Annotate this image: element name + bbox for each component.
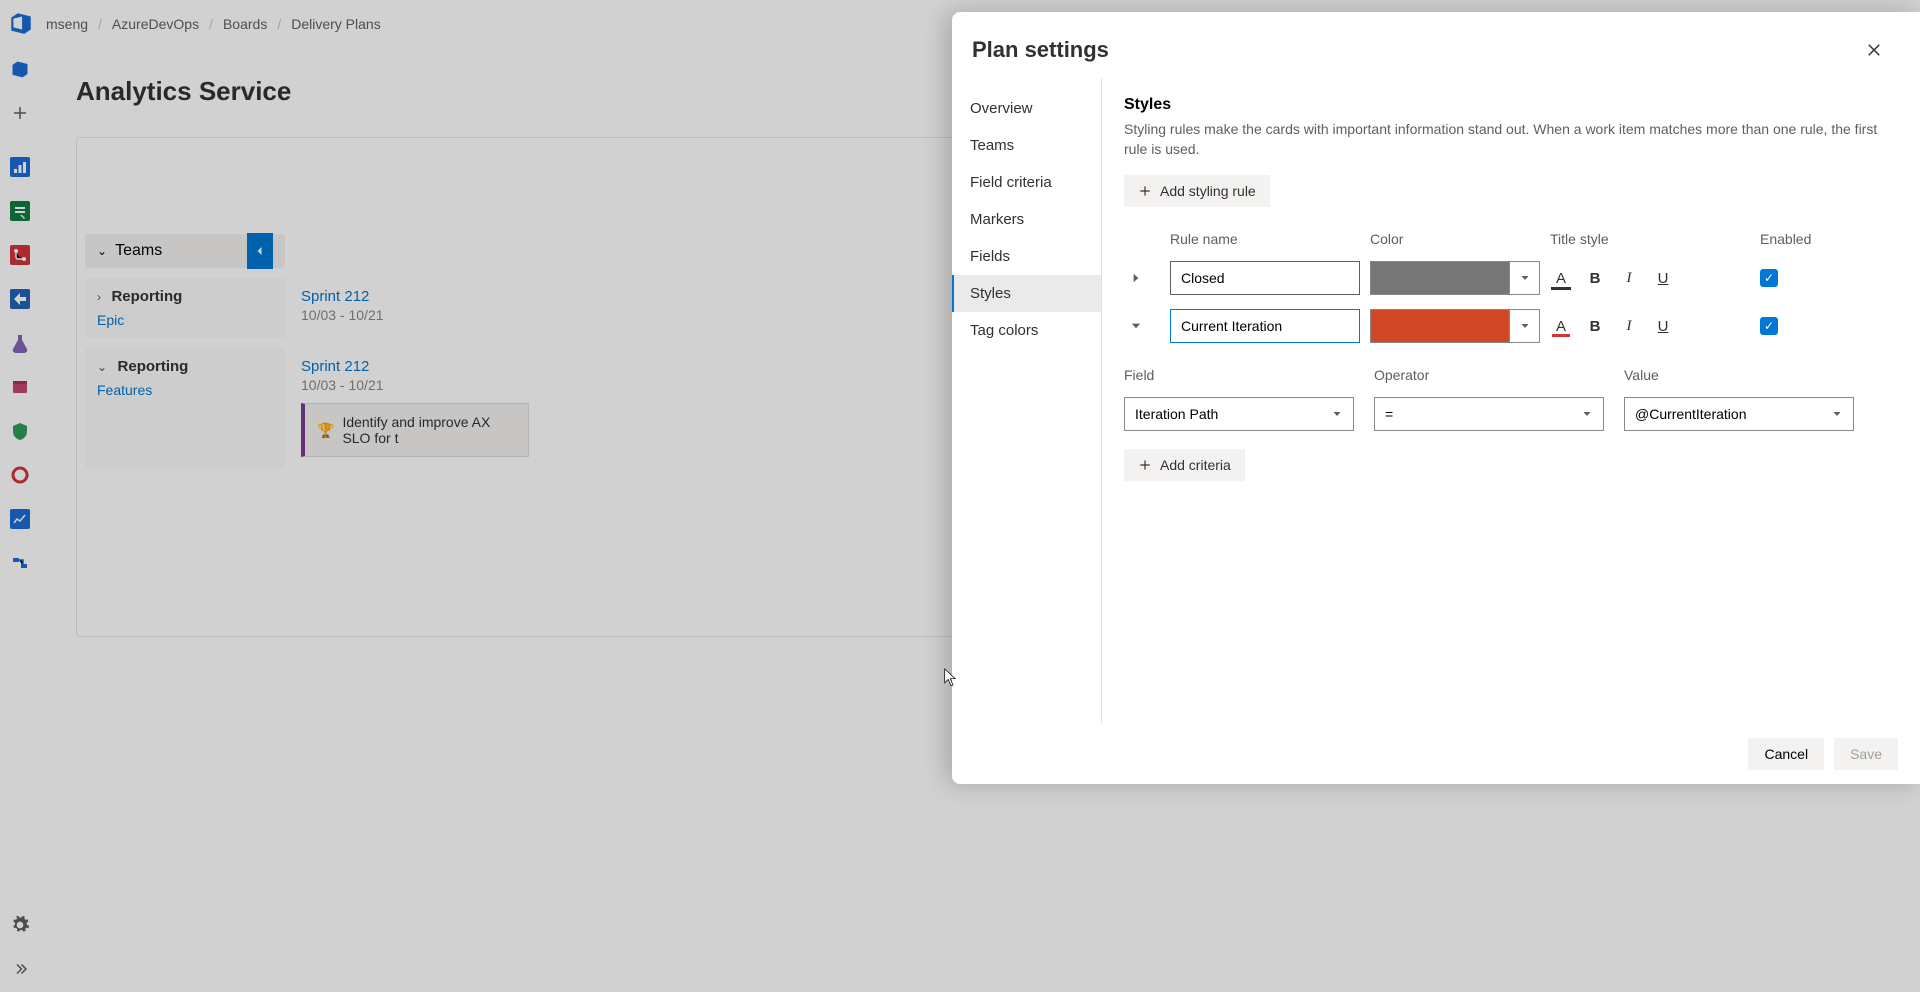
chevron-down-icon <box>1129 319 1143 333</box>
chevron-down-icon <box>1509 310 1539 342</box>
col-value: Value <box>1624 367 1854 383</box>
operator-value: = <box>1385 406 1393 422</box>
settings-nav: Overview Teams Field criteria Markers Fi… <box>952 78 1102 724</box>
chevron-down-icon <box>1331 408 1343 420</box>
panel-footer: Cancel Save <box>952 724 1920 784</box>
field-value: Iteration Path <box>1135 406 1218 422</box>
operator-select[interactable]: = <box>1374 397 1604 431</box>
save-button[interactable]: Save <box>1834 738 1898 770</box>
col-color: Color <box>1370 231 1540 247</box>
font-color-button[interactable]: A <box>1550 267 1572 289</box>
field-select[interactable]: Iteration Path <box>1124 397 1354 431</box>
cancel-button[interactable]: Cancel <box>1748 738 1824 770</box>
underline-button[interactable]: U <box>1652 267 1674 289</box>
plan-settings-panel: Plan settings Overview Teams Field crite… <box>952 12 1920 784</box>
add-rule-label: Add styling rule <box>1160 183 1256 199</box>
chevron-down-icon <box>1831 408 1843 420</box>
bold-button[interactable]: B <box>1584 315 1606 337</box>
italic-button[interactable]: I <box>1618 267 1640 289</box>
col-field: Field <box>1124 367 1354 383</box>
col-rule-name: Rule name <box>1170 231 1360 247</box>
nav-overview[interactable]: Overview <box>952 90 1101 127</box>
rule-color-picker[interactable] <box>1370 309 1540 343</box>
enabled-checkbox[interactable]: ✓ <box>1760 317 1778 335</box>
rule-name-input[interactable] <box>1170 309 1360 343</box>
expand-rule-button[interactable] <box>1124 266 1148 290</box>
close-button[interactable] <box>1856 32 1892 68</box>
collapse-rule-button[interactable] <box>1124 314 1148 338</box>
bold-button[interactable]: B <box>1584 267 1606 289</box>
color-swatch <box>1371 262 1509 294</box>
plus-icon <box>1138 458 1152 472</box>
styles-heading: Styles <box>1124 96 1898 114</box>
close-icon <box>1865 41 1883 59</box>
criteria-row: Iteration Path = @CurrentIteration <box>1124 397 1898 431</box>
chevron-right-icon <box>1129 271 1143 285</box>
nav-field-criteria[interactable]: Field criteria <box>952 164 1101 201</box>
chevron-down-icon <box>1509 262 1539 294</box>
nav-styles[interactable]: Styles <box>952 275 1101 312</box>
title-style-group: A B I U <box>1550 267 1750 289</box>
criteria-header-row: Field Operator Value <box>1124 367 1898 383</box>
italic-button[interactable]: I <box>1618 315 1640 337</box>
col-operator: Operator <box>1374 367 1604 383</box>
nav-teams[interactable]: Teams <box>952 127 1101 164</box>
add-criteria-button[interactable]: Add criteria <box>1124 449 1245 481</box>
col-enabled: Enabled <box>1760 231 1840 247</box>
rule-name-input[interactable] <box>1170 261 1360 295</box>
nav-markers[interactable]: Markers <box>952 201 1101 238</box>
style-rule-row: A B I U ✓ <box>1124 261 1898 295</box>
panel-title: Plan settings <box>972 37 1109 63</box>
title-style-group: A B I U <box>1550 315 1750 337</box>
underline-button[interactable]: U <box>1652 315 1674 337</box>
enabled-checkbox[interactable]: ✓ <box>1760 269 1778 287</box>
col-title-style: Title style <box>1550 231 1750 247</box>
panel-header: Plan settings <box>952 12 1920 78</box>
color-swatch <box>1371 310 1509 342</box>
add-styling-rule-button[interactable]: Add styling rule <box>1124 175 1270 207</box>
plus-icon <box>1138 184 1152 198</box>
rule-color-picker[interactable] <box>1370 261 1540 295</box>
value-select[interactable]: @CurrentIteration <box>1624 397 1854 431</box>
value-value: @CurrentIteration <box>1635 406 1746 422</box>
styles-pane: Styles Styling rules make the cards with… <box>1102 78 1920 724</box>
nav-fields[interactable]: Fields <box>952 238 1101 275</box>
styles-description: Styling rules make the cards with import… <box>1124 120 1898 159</box>
add-criteria-label: Add criteria <box>1160 457 1231 473</box>
style-rule-row: A B I U ✓ <box>1124 309 1898 343</box>
nav-tag-colors[interactable]: Tag colors <box>952 312 1101 349</box>
chevron-down-icon <box>1581 408 1593 420</box>
rules-header-row: Rule name Color Title style Enabled <box>1124 231 1898 247</box>
font-color-button[interactable]: A <box>1550 315 1572 337</box>
